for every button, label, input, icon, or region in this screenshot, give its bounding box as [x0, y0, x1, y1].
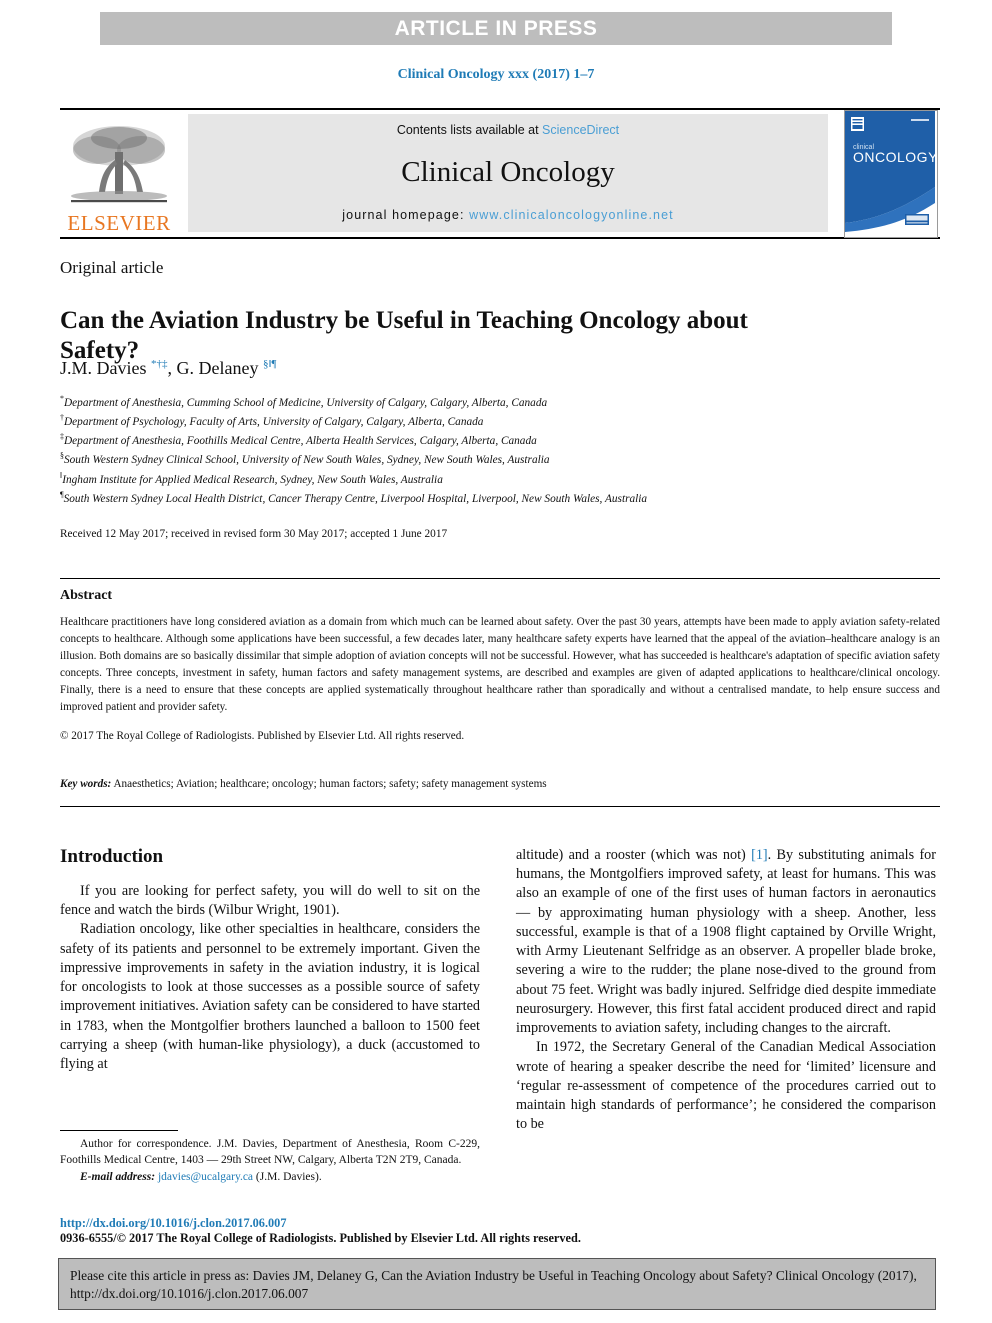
body-column-right: altitude) and a rooster (which was not) …: [516, 846, 936, 1135]
journal-cover-thumbnail: clinical ONCOLOGY: [844, 110, 938, 238]
affiliation-text: South Western Sydney Clinical School, Un…: [64, 454, 550, 467]
footnote-block: Author for correspondence. J.M. Davies, …: [60, 1136, 480, 1185]
journal-cover-image: clinical ONCOLOGY: [845, 111, 937, 235]
article-type-label: Original article: [60, 258, 164, 277]
running-head: Clinical Oncology xxx (2017) 1–7: [397, 67, 595, 82]
introduction-heading: Introduction: [60, 846, 164, 867]
received-dates: Received 12 May 2017; received in revise…: [60, 528, 448, 540]
body-paragraph: altitude) and a rooster (which was not) …: [516, 846, 936, 1038]
homepage-prefix: journal homepage:: [342, 208, 470, 222]
keywords-label: Key words:: [60, 778, 112, 790]
affiliation-item: ¶South Western Sydney Local Health Distr…: [60, 489, 890, 508]
correspondence-note: Author for correspondence. J.M. Davies, …: [60, 1138, 480, 1167]
article-in-press-label: ARTICLE IN PRESS: [394, 16, 598, 40]
elsevier-logo: ELSEVIER: [60, 114, 178, 234]
email-note: E-mail address: jdavies@ucalgary.ca (J.M…: [60, 1169, 480, 1185]
body-paragraph: If you are looking for perfect safety, y…: [60, 883, 480, 919]
body-column-left: Introduction If you are looking for perf…: [60, 846, 480, 1074]
paragraph-text-pre: altitude) and a rooster (which was not): [516, 847, 752, 863]
affiliation-item: ‡Department of Anesthesia, Foothills Med…: [60, 431, 890, 450]
keywords-value: Anaesthetics; Aviation; healthcare; onco…: [111, 778, 547, 790]
sciencedirect-link[interactable]: ScienceDirect: [542, 123, 619, 137]
issn-copyright-line: 0936-6555/© 2017 The Royal College of Ra…: [60, 1231, 581, 1245]
abstract-heading: Abstract: [60, 588, 113, 603]
affiliation-item: §South Western Sydney Clinical School, U…: [60, 450, 890, 469]
journal-homepage-link[interactable]: www.clinicaloncologyonline.net: [469, 208, 674, 222]
abstract-body: Healthcare practitioners have long consi…: [60, 616, 940, 714]
footnote-rule: [60, 1130, 178, 1131]
email-owner: (J.M. Davies).: [255, 1170, 322, 1183]
affiliation-item: *Department of Anesthesia, Cumming Schoo…: [60, 393, 890, 412]
abstract-top-rule: [60, 578, 940, 579]
cite-this-article-box: Please cite this article in press as: Da…: [58, 1258, 936, 1310]
affiliation-text: Ingham Institute for Applied Medical Res…: [62, 473, 443, 486]
affiliation-list: *Department of Anesthesia, Cumming Schoo…: [60, 393, 890, 508]
journal-masthead: ELSEVIER Contents lists available at Sci…: [60, 108, 940, 239]
affiliation-item: ‖Ingham Institute for Applied Medical Re…: [60, 470, 890, 489]
journal-homepage-line: journal homepage: www.clinicaloncologyon…: [342, 208, 673, 222]
author-list: J.M. Davies *†‡, G. Delaney §‖¶: [60, 358, 277, 378]
article-in-press-banner: ARTICLE IN PRESS: [100, 12, 892, 45]
paragraph-text-post: . By substituting animals for humans, th…: [516, 847, 936, 1037]
affiliation-text: Department of Anesthesia, Cumming School…: [64, 396, 548, 409]
cite-this-article-text: Please cite this article in press as: Da…: [70, 1268, 917, 1301]
affiliation-text: South Western Sydney Local Health Distri…: [63, 492, 648, 505]
elsevier-tree-icon: [71, 126, 167, 203]
abstract-bottom-rule: [60, 806, 940, 807]
affiliation-text: Department of Psychology, Faculty of Art…: [64, 415, 484, 428]
svg-text:ONCOLOGY: ONCOLOGY: [853, 149, 935, 165]
affiliation-text: Department of Anesthesia, Foothills Medi…: [64, 435, 537, 448]
journal-info-box: Contents lists available at ScienceDirec…: [188, 114, 828, 232]
doi-link[interactable]: http://dx.doi.org/10.1016/j.clon.2017.06…: [60, 1216, 286, 1231]
reference-link-1[interactable]: [1]: [751, 847, 768, 863]
contents-available-line: Contents lists available at ScienceDirec…: [397, 123, 619, 137]
email-link[interactable]: jdavies@ucalgary.ca: [158, 1171, 253, 1183]
keywords-line: Key words: Anaesthetics; Aviation; healt…: [60, 778, 940, 790]
email-label: E-mail address:: [80, 1170, 156, 1183]
abstract-copyright: © 2017 The Royal College of Radiologists…: [60, 730, 465, 742]
journal-title: Clinical Oncology: [401, 156, 615, 188]
contents-prefix: Contents lists available at: [396, 123, 543, 137]
body-paragraph: In 1972, the Secretary General of the Ca…: [516, 1039, 936, 1133]
affiliation-item: †Department of Psychology, Faculty of Ar…: [60, 412, 890, 431]
body-paragraph: Radiation oncology, like other specialti…: [60, 921, 480, 1073]
elsevier-wordmark: ELSEVIER: [67, 211, 171, 235]
